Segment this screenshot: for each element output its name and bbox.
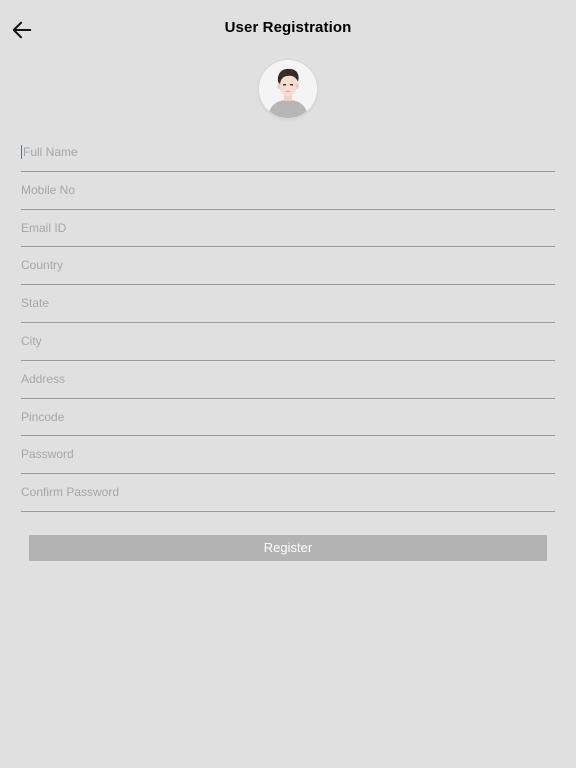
user-avatar-icon bbox=[259, 60, 317, 118]
full-name-input[interactable] bbox=[21, 145, 557, 159]
country-input[interactable] bbox=[21, 258, 555, 273]
city-field-row bbox=[21, 323, 555, 361]
email-input[interactable] bbox=[21, 220, 555, 235]
address-field-row bbox=[21, 361, 555, 399]
registration-form bbox=[21, 134, 557, 512]
full-name-field-row bbox=[21, 134, 557, 172]
confirm-password-field-row bbox=[21, 474, 555, 512]
password-input[interactable] bbox=[21, 447, 555, 462]
confirm-password-input[interactable] bbox=[21, 485, 555, 500]
pincode-input[interactable] bbox=[21, 409, 555, 424]
mobile-input[interactable] bbox=[21, 182, 555, 197]
mobile-field-row bbox=[21, 172, 555, 210]
avatar[interactable] bbox=[259, 60, 317, 118]
state-input[interactable] bbox=[21, 296, 555, 311]
register-button[interactable]: Register bbox=[29, 535, 547, 561]
state-field-row bbox=[21, 285, 555, 323]
country-field-row bbox=[21, 247, 555, 286]
header: User Registration bbox=[0, 0, 576, 58]
password-field-row bbox=[21, 436, 555, 475]
city-input[interactable] bbox=[21, 333, 555, 348]
pincode-field-row bbox=[21, 399, 555, 437]
email-field-row bbox=[21, 210, 555, 248]
address-input[interactable] bbox=[21, 371, 555, 386]
page-title: User Registration bbox=[224, 19, 352, 36]
